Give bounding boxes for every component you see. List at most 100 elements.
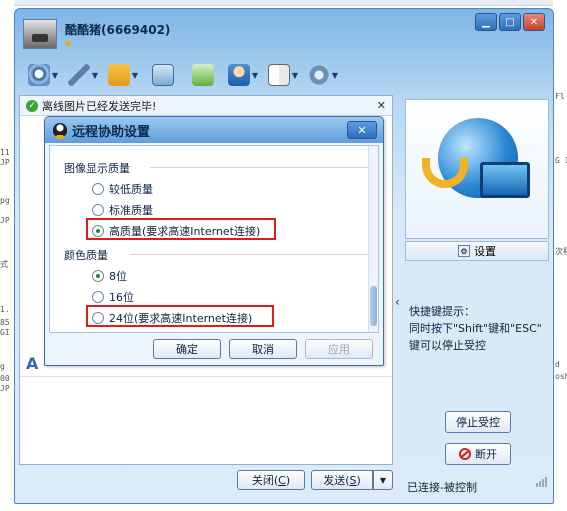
color-quality-heading: 颜色质量 [64, 249, 108, 262]
voice-button[interactable]: ▼ [63, 61, 103, 89]
radio-button-selected[interactable] [92, 270, 104, 282]
bg-text: d [555, 360, 560, 369]
remote-assist-illustration [405, 99, 549, 239]
hint-line: 键可以停止受控 [409, 339, 486, 352]
dialog-title: 远程协助设置 [72, 124, 151, 140]
send-hotkey: S [349, 473, 357, 487]
cancel-button[interactable]: 取消 [229, 339, 297, 359]
stop-icon [459, 448, 471, 460]
chat-toolbar: ▼ ▼ ▼ ▼ ▼ ▼ [23, 61, 343, 89]
close-notice-icon[interactable]: ✕ [377, 99, 386, 112]
microphone-icon [67, 64, 90, 86]
radio-button[interactable] [92, 183, 104, 195]
input-divider [20, 376, 392, 377]
close-chat-hotkey: C [278, 473, 286, 487]
hint-line: 同时按下"Shift"键和"ESC" [409, 322, 542, 335]
screen-capture-button[interactable] [143, 61, 183, 89]
bg-text: 11 [0, 148, 10, 157]
minimize-button[interactable]: ▁ [475, 13, 497, 31]
apply-button[interactable]: 应用 [305, 339, 373, 359]
check-icon: ✓ [26, 99, 38, 112]
remote-assist-button[interactable]: ▼ [223, 61, 263, 89]
bg-text: GI [0, 328, 10, 337]
settings-icon [307, 64, 330, 86]
font-format-icon[interactable]: A [26, 354, 38, 373]
remote-settings-button[interactable]: ⚙ 设置 [405, 241, 549, 261]
chevron-down-icon[interactable]: ▼ [292, 71, 298, 80]
send-paren: ) [356, 473, 361, 487]
bg-text: G I [555, 156, 567, 165]
scrollbar-thumb[interactable] [370, 286, 377, 326]
dialog-close-button[interactable]: ✕ [347, 121, 377, 139]
background-right-edge: Fl G I 次程 d osh [553, 0, 567, 511]
group-divider [130, 254, 372, 255]
chevron-down-icon[interactable]: ▼ [332, 71, 338, 80]
bg-text: 次程 [555, 247, 567, 256]
close-window-button[interactable]: ✕ [523, 13, 545, 31]
background-window-strip [0, 0, 567, 6]
hint-title: 快捷键提示： [409, 305, 475, 318]
stop-control-button[interactable]: 停止受控 [445, 411, 511, 433]
bg-text: pg [0, 196, 10, 205]
radio-8bit[interactable]: 8位 [92, 268, 127, 284]
option-label: 16位 [109, 291, 134, 304]
highlight-box [86, 305, 274, 327]
bg-text: 00 [0, 374, 10, 383]
send-button[interactable]: 发送(S) [311, 470, 373, 490]
add-app-icon [192, 64, 214, 86]
add-app-button[interactable] [183, 61, 223, 89]
monitor-icon [480, 162, 530, 198]
bg-text: g [0, 362, 5, 371]
chevron-down-icon[interactable]: ▼ [132, 71, 138, 80]
image-quality-heading: 图像显示质量 [64, 162, 130, 175]
radio-16bit[interactable]: 16位 [92, 289, 134, 305]
settings-label: 设置 [474, 245, 496, 258]
background-left-edge: 11 JP pg JP 式 1. 85 GI g 00 JP [0, 0, 14, 511]
bg-text: JP [0, 384, 10, 393]
contact-avatar[interactable] [23, 19, 57, 49]
bg-text: JP [0, 216, 10, 225]
video-button[interactable]: ▼ [23, 61, 63, 89]
settings-menu-button[interactable]: ▼ [303, 61, 343, 89]
file-transfer-button[interactable]: ▼ [103, 61, 143, 89]
dialog-scrollbar[interactable] [368, 146, 378, 332]
bg-text: 1. [0, 305, 10, 314]
chevron-down-icon[interactable]: ▼ [252, 71, 258, 80]
close-chat-label: 关闭( [251, 474, 279, 487]
option-label: 标准质量 [109, 204, 153, 217]
radio-button[interactable] [92, 204, 104, 216]
dialog-settings-list[interactable]: 图像显示质量 较低质量 标准质量 高质量(要求高速Internet连接) 颜色质… [49, 145, 379, 333]
disconnect-button[interactable]: 断开 [445, 443, 511, 465]
video-icon [27, 64, 50, 86]
settings-icon: ⚙ [458, 245, 470, 257]
remote-assist-settings-dialog: 远程协助设置 ✕ 图像显示质量 较低质量 标准质量 高质量(要求高速Intern… [44, 116, 384, 366]
games-button[interactable]: ▼ [263, 61, 303, 89]
bg-text: JP [0, 158, 10, 167]
dialog-titlebar[interactable]: 远程协助设置 ✕ [45, 117, 383, 143]
close-chat-paren: ) [285, 473, 291, 487]
chevron-down-icon[interactable]: ▼ [52, 71, 58, 80]
hotkey-hint: 快捷键提示： 同时按下"Shift"键和"ESC" 键可以停止受控 [409, 303, 549, 354]
bg-text: Fl [555, 92, 565, 101]
collapse-panel-icon[interactable]: ‹ [395, 295, 400, 309]
game-cards-icon [267, 64, 290, 86]
send-options-dropdown[interactable]: ▼ [373, 470, 393, 490]
chevron-down-icon[interactable]: ▼ [92, 71, 98, 80]
maximize-button[interactable]: □ [499, 13, 521, 31]
ok-button[interactable]: 确定 [153, 339, 221, 359]
qq-penguin-icon [53, 123, 67, 139]
contact-nickname: 酷酷猪(6669402) [65, 23, 171, 37]
file-transfer-icon [107, 64, 130, 86]
option-label: 较低质量 [109, 183, 153, 196]
highlight-box [86, 218, 276, 240]
close-chat-button[interactable]: 关闭(C) [237, 470, 305, 490]
bg-text: osh [555, 372, 567, 381]
remote-assist-panel: ⚙ 设置 ‹ 快捷键提示： 同时按下"Shift"键和"ESC" 键可以停止受控… [395, 95, 551, 495]
radio-standard-quality[interactable]: 标准质量 [92, 202, 153, 218]
radio-button[interactable] [92, 291, 104, 303]
signal-strength-icon [536, 477, 547, 487]
bg-text: 式 [0, 260, 8, 269]
screen-capture-icon [152, 64, 174, 86]
window-controls: ▁ □ ✕ [475, 13, 545, 31]
radio-low-quality[interactable]: 较低质量 [92, 181, 153, 197]
